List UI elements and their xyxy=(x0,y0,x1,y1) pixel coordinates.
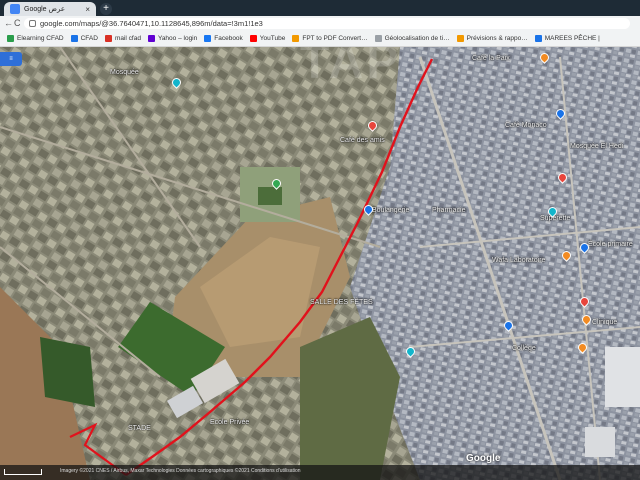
map-label[interactable]: Café des amis xyxy=(340,137,385,144)
tab-title: Google عرض xyxy=(24,6,66,13)
satellite-map[interactable]: TAP ≡ Mosquée Café la Paix Café Monaco C… xyxy=(0,47,640,480)
map-label[interactable]: Mosquée El Hedi xyxy=(570,143,623,150)
bookmark-cfad[interactable]: CFAD xyxy=(70,35,98,42)
watermark-text: TAP xyxy=(300,47,402,89)
google-logo: Google xyxy=(466,453,501,464)
map-label[interactable]: Clinique xyxy=(592,319,617,326)
bookmarks-bar: Elearning CFAD CFAD mail cfad Yahoo – lo… xyxy=(0,31,640,47)
map-label[interactable]: Ecole Privée xyxy=(210,419,249,426)
bookmark-icon xyxy=(534,35,542,42)
bookmark-label: MAREES PÊCHE | xyxy=(544,35,600,42)
map-label[interactable]: STADE xyxy=(128,425,151,432)
bookmark-elearning[interactable]: Elearning CFAD xyxy=(7,35,64,42)
bookmark-icon xyxy=(374,35,382,42)
back-button[interactable]: ← xyxy=(4,18,13,28)
bookmark-icon xyxy=(70,35,78,42)
bookmark-label: CFAD xyxy=(80,35,98,42)
bookmark-label: mail cfad xyxy=(114,35,141,42)
map-label[interactable]: Collège xyxy=(512,345,536,352)
bookmark-fpt-pdf[interactable]: FPT to PDF Convert… xyxy=(292,35,368,42)
navigation-bar: ← C google.com/maps/@36.7640471,10.11286… xyxy=(0,16,640,31)
mail-icon xyxy=(104,35,112,42)
bookmark-icon xyxy=(7,35,14,42)
map-label[interactable]: SALLE DES FÊTES xyxy=(310,299,373,306)
bookmark-label: YouTube xyxy=(259,35,286,42)
address-bar[interactable]: google.com/maps/@36.7640471,10.1128645,8… xyxy=(24,18,630,29)
bookmark-yahoo[interactable]: Yahoo – login xyxy=(147,35,198,42)
bookmark-facebook[interactable]: Facebook xyxy=(204,35,243,42)
bookmark-label: Prévisions & rappo… xyxy=(466,35,528,42)
bookmark-geolocalisation[interactable]: Géolocalisation de ti… xyxy=(374,35,450,42)
map-label[interactable]: Mosquée xyxy=(110,69,139,76)
facebook-icon xyxy=(204,35,212,42)
youtube-icon xyxy=(249,35,257,42)
bookmark-youtube[interactable]: YouTube xyxy=(249,35,286,42)
bookmark-label: FPT to PDF Convert… xyxy=(302,35,368,42)
reload-button[interactable]: C xyxy=(14,18,21,28)
bookmark-marees[interactable]: MAREES PÊCHE | xyxy=(534,35,600,42)
map-label[interactable]: Boulangerie xyxy=(372,207,409,214)
map-footer-bar: Imagery ©2021 CNES / Airbus, Maxar Techn… xyxy=(0,465,640,480)
lock-icon xyxy=(29,20,36,27)
bookmark-label: Géolocalisation de ti… xyxy=(384,35,450,42)
google-maps-favicon-icon xyxy=(10,4,20,14)
map-label[interactable]: École primaire xyxy=(588,241,633,248)
map-label[interactable]: Café la Paix xyxy=(472,55,510,62)
bookmark-mail-cfad[interactable]: mail cfad xyxy=(104,35,141,42)
map-label[interactable]: Pharmacie xyxy=(432,207,465,214)
map-menu-button[interactable]: ≡ xyxy=(0,52,22,66)
bookmark-previsions[interactable]: Prévisions & rappo… xyxy=(456,35,528,42)
map-label[interactable]: Café Monaco xyxy=(505,122,547,129)
scale-bar xyxy=(4,469,42,475)
yahoo-icon xyxy=(147,35,155,42)
bookmark-icon xyxy=(292,35,300,42)
close-tab-icon[interactable]: × xyxy=(85,5,90,14)
map-label[interactable]: Wafa Laboratoire xyxy=(492,257,545,264)
bookmark-label: Yahoo – login xyxy=(157,35,198,42)
new-tab-button[interactable]: + xyxy=(100,3,112,15)
bookmark-label: Elearning CFAD xyxy=(17,35,64,42)
url-text[interactable]: google.com/maps/@36.7640471,10.1128645,8… xyxy=(40,19,263,28)
map-attribution[interactable]: Imagery ©2021 CNES / Airbus, Maxar Techn… xyxy=(60,468,301,474)
browser-tab[interactable]: Google عرض × xyxy=(4,2,96,16)
bookmark-icon xyxy=(456,35,464,42)
map-label[interactable]: Supérette xyxy=(540,215,570,222)
tab-strip: Google عرض × + xyxy=(0,0,640,16)
bookmark-label: Facebook xyxy=(214,35,243,42)
